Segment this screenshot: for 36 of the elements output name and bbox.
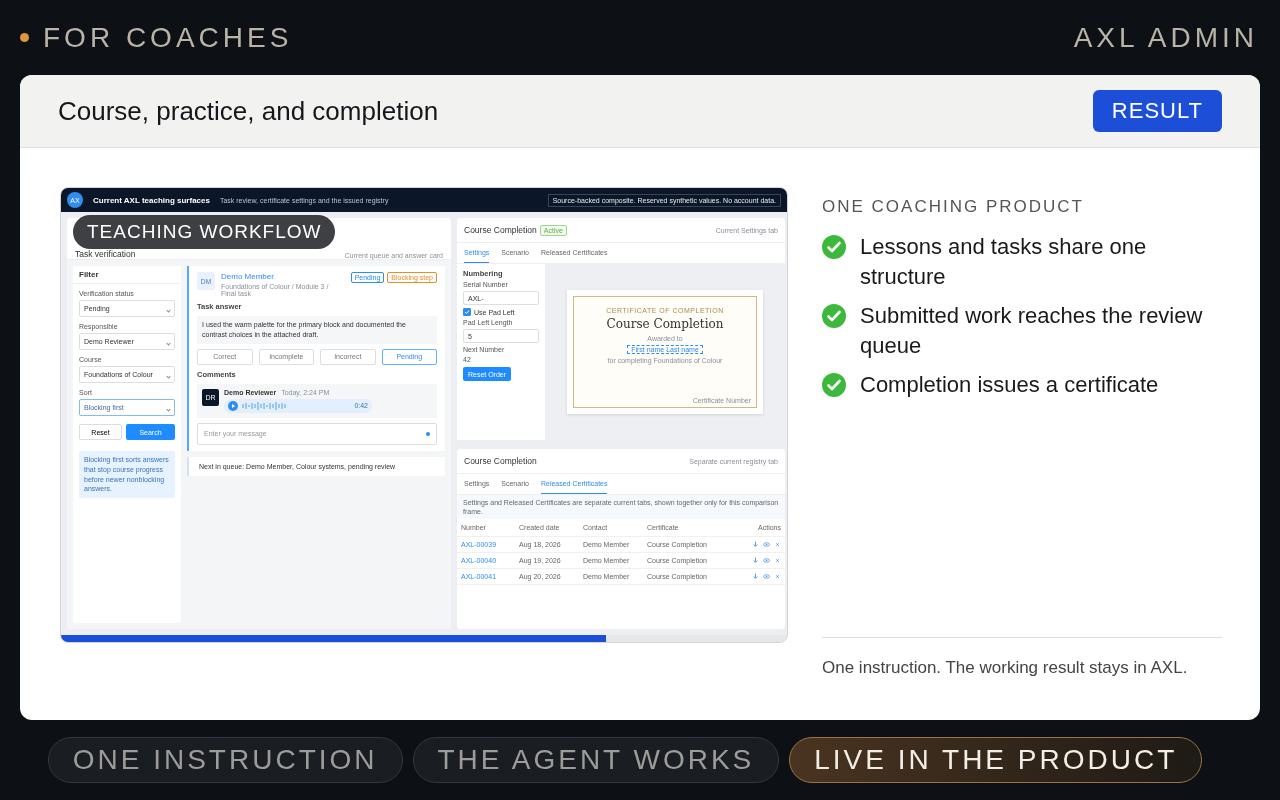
check-icon	[822, 304, 846, 328]
eye-icon[interactable]	[763, 541, 770, 549]
check-icon	[822, 373, 846, 397]
close-icon[interactable]	[774, 557, 781, 565]
top-bar-title: Current AXL teaching surfaces	[93, 195, 210, 205]
card-title: Course, practice, and completion	[58, 95, 439, 127]
point-text: Completion issues a certificate	[860, 371, 1159, 399]
overlay-label: TEACHING WORKFLOW	[73, 215, 336, 249]
point-text: Lessons and tasks share one structure	[860, 233, 1148, 291]
brand-label: AXL ADMIN	[1073, 21, 1258, 54]
panel-title: Task verification	[75, 249, 136, 259]
card-title: Course Completion	[464, 456, 537, 466]
play-icon[interactable]	[228, 400, 238, 411]
check-icon	[822, 235, 846, 259]
download-icon[interactable]	[752, 541, 759, 549]
close-icon[interactable]	[774, 541, 781, 549]
step-tab[interactable]: LIVE IN THE PRODUCT	[789, 737, 1203, 783]
checkbox[interactable]	[463, 308, 471, 316]
eye-icon[interactable]	[763, 557, 770, 565]
point-text: Submitted work reaches the review queue	[860, 302, 1204, 360]
card-title: Course Completion	[464, 225, 537, 235]
download-icon[interactable]	[752, 573, 759, 581]
footnote: One instruction. The working result stays in AXL.	[822, 637, 1222, 680]
eye-icon[interactable]	[763, 573, 770, 581]
step-tab[interactable]: THE AGENT WORKS	[412, 737, 780, 783]
member-name[interactable]: Demo Member	[221, 272, 345, 281]
dot-icon	[20, 33, 29, 42]
result-button[interactable]: RESULT	[1092, 90, 1222, 132]
waveform-icon	[242, 400, 288, 411]
close-icon[interactable]	[774, 573, 781, 581]
step-tab[interactable]: ONE INSTRUCTION	[47, 737, 403, 783]
certificate-title: Course Completion	[606, 317, 724, 331]
eyebrow-label: FOR COACHES	[43, 21, 293, 54]
summary-eyebrow: ONE COACHING PRODUCT	[822, 197, 1085, 217]
download-icon[interactable]	[752, 557, 759, 565]
filter-title: Filter	[73, 266, 181, 284]
